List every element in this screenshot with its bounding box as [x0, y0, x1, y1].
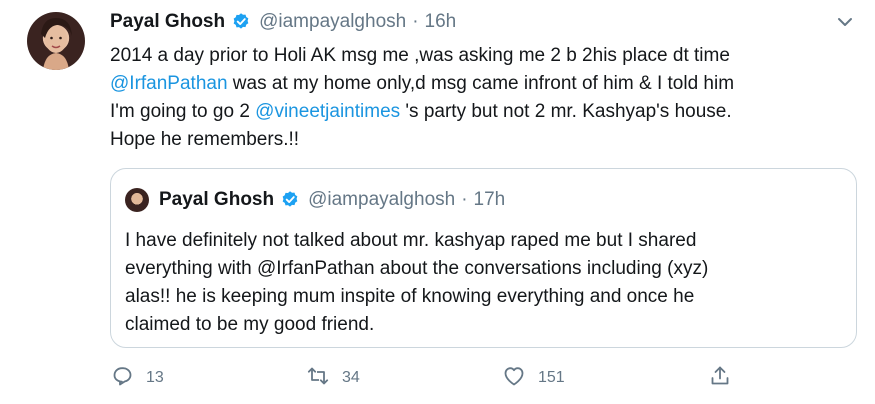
quoted-author-handle: @iampayalghosh [308, 189, 456, 210]
tweet-text-segment: I'm going to go 2 [110, 101, 256, 122]
quoted-avatar [125, 188, 149, 212]
author-handle[interactable]: @iampayalghosh [259, 11, 406, 33]
tweet-text-line: @IrfanPathan was at my home only,d msg c… [110, 70, 850, 98]
reply-icon [110, 364, 134, 393]
header-separator: · [412, 11, 419, 32]
tweet-text: 2014 a day prior to Holi AK msg me ,was … [110, 42, 850, 154]
verified-badge-icon [231, 12, 251, 32]
retweet-icon [306, 364, 330, 393]
reply-count: 13 [146, 369, 164, 386]
reply-button[interactable]: 13 [110, 364, 164, 392]
share-button[interactable] [708, 364, 732, 392]
quoted-text-line: I have definitely not talked about mr. k… [125, 230, 697, 251]
tweet-timestamp[interactable]: 16h [425, 11, 457, 33]
tweet-header: Payal Ghosh @iampayalghosh · 16h [110, 8, 456, 36]
like-button[interactable]: 151 [502, 364, 565, 392]
tweet-text-segment: Hope he remembers.!! [110, 129, 300, 150]
share-icon [708, 364, 732, 393]
tweet[interactable]: Payal Ghosh @iampayalghosh · 16h 2014 a … [0, 0, 875, 404]
tweet-text-line: Hope he remembers.!! [110, 126, 850, 154]
mention-link[interactable]: @IrfanPathan [110, 73, 228, 94]
tweet-text-line: I'm going to go 2 @vineetjaintimes 's pa… [110, 98, 850, 126]
quoted-header: Payal Ghosh @iampayalghosh · 17h [159, 186, 505, 214]
quoted-separator: · [461, 189, 468, 210]
quoted-tweet[interactable]: Payal Ghosh @iampayalghosh · 17h I have … [110, 168, 857, 348]
quoted-text-line: everything with @IrfanPathan about the c… [125, 258, 709, 279]
tweet-text-line: 2014 a day prior to Holi AK msg me ,was … [110, 42, 850, 70]
quoted-timestamp: 17h [473, 189, 506, 210]
retweet-count: 34 [342, 369, 360, 386]
avatar[interactable] [27, 12, 85, 70]
verified-badge-icon [280, 190, 300, 210]
quoted-text: I have definitely not talked about mr. k… [125, 227, 845, 339]
tweet-text-segment: 's party but not 2 mr. Kashyap's house. [400, 101, 732, 122]
action-bar: 13 34 151 [110, 364, 750, 392]
quoted-text-line: alas!! he is keeping mum inspite of know… [125, 286, 695, 307]
retweet-button[interactable]: 34 [306, 364, 360, 392]
tweet-text-segment: was at my home only,d msg came infront o… [227, 73, 735, 94]
quoted-author-name: Payal Ghosh [159, 189, 275, 210]
like-count: 151 [538, 369, 565, 386]
author-name[interactable]: Payal Ghosh [110, 11, 225, 33]
chevron-down-icon[interactable] [833, 10, 857, 34]
heart-icon [502, 364, 526, 393]
mention-link[interactable]: @vineetjaintimes [255, 101, 400, 122]
quoted-text-line: claimed to be my good friend. [125, 314, 375, 335]
tweet-text-segment: 2014 a day prior to Holi AK msg me ,was … [110, 45, 730, 66]
